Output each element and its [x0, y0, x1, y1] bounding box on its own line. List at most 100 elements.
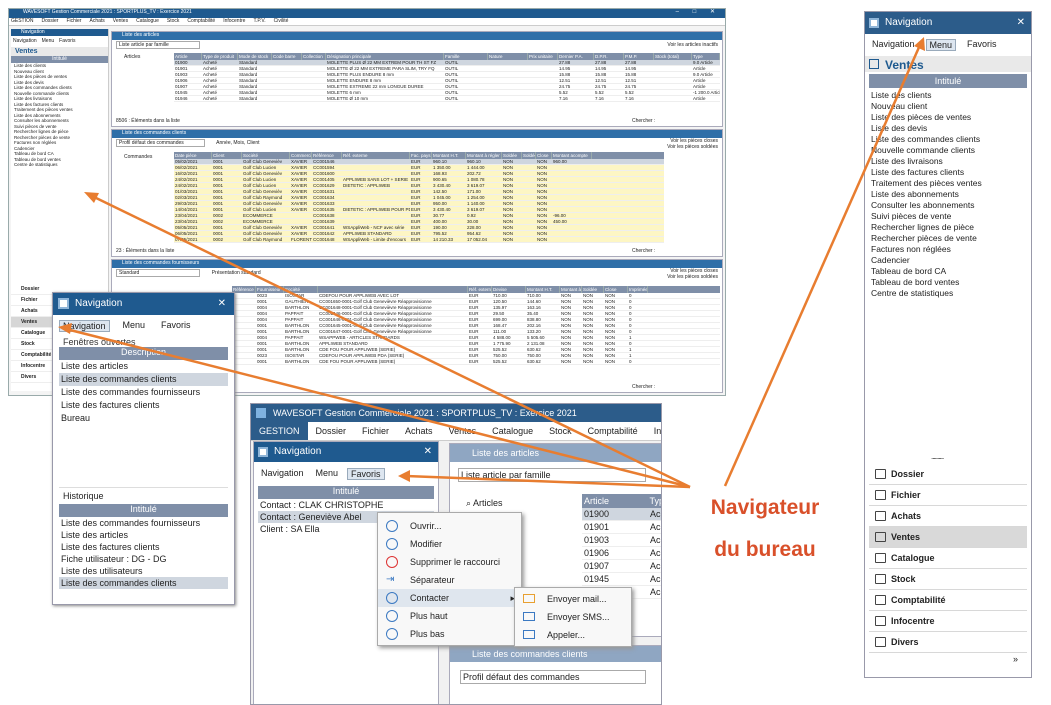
nav-mid-tab-navigation[interactable]: Navigation [59, 320, 110, 332]
main-menu-item[interactable]: Infocentre [223, 18, 245, 25]
close-icon[interactable]: ✕ [1017, 12, 1025, 34]
suppliers-search[interactable]: Chercher : [632, 384, 655, 391]
articles-col[interactable]: Article [174, 53, 202, 60]
orders-col[interactable]: Client [212, 152, 242, 159]
close-icon[interactable]: ✕ [218, 293, 226, 315]
nav-mid-history-item[interactable]: Liste des commandes fournisseurs [59, 517, 228, 529]
orders-col[interactable]: Montant acompte [552, 152, 592, 159]
nav-big-cat-folder[interactable]: Dossier [869, 464, 1027, 485]
ctx-item-arrow-down[interactable]: Plus bas [378, 625, 521, 643]
suppliers-col[interactable]: Société [284, 286, 318, 293]
nav-big-tab-menu[interactable]: Menu [925, 39, 957, 51]
nav-mid-history-item[interactable]: Liste des factures clients [59, 541, 228, 553]
zoom-menu-item[interactable]: Stock [541, 422, 580, 440]
suppliers-col[interactable]: Soldée [582, 286, 604, 293]
nav-big-item[interactable]: Liste des livraisons [869, 156, 1027, 167]
ctx-item-separator[interactable]: ⇥ Séparateur [378, 571, 521, 589]
orders-col[interactable]: Soldée [522, 152, 536, 159]
nav-mid-history-item[interactable]: Liste des articles [59, 529, 228, 541]
main-menu-item[interactable]: T.P.V. [253, 18, 265, 25]
articles-col[interactable]: Dernier P.A. [558, 53, 594, 60]
zoom-articles-row[interactable]: 01906 Acl [582, 547, 661, 560]
nav-big-cat-stock[interactable]: Stock [869, 569, 1027, 590]
suppliers-col[interactable]: Close [604, 286, 628, 293]
orders-col[interactable]: Fac. pays [410, 152, 432, 159]
nav-big-item[interactable]: Liste des factures clients [869, 167, 1027, 178]
suppliers-col[interactable]: Imprimée [628, 286, 648, 293]
nav-small-tab-navigation[interactable]: Navigation [13, 38, 37, 45]
suppliers-col[interactable]: Réf. externe [468, 286, 492, 293]
nav-small-tab-favoris[interactable]: Favoris [59, 38, 75, 45]
nav-big-item[interactable]: Tableau de bord CA [869, 266, 1027, 277]
nav-mid-open-item[interactable]: Bureau [59, 412, 228, 425]
articles-col[interactable]: Nature [488, 53, 528, 60]
close-icon[interactable]: ✕ [424, 442, 432, 462]
nav-big-cat-infocentre[interactable]: Infocentre [869, 611, 1027, 632]
nav-mid-history-item[interactable]: Liste des commandes clients [59, 577, 228, 589]
zoom-tab-navigation[interactable]: Navigation [258, 468, 307, 480]
nav-big-item[interactable]: Nouveau client [869, 101, 1027, 112]
articles-search[interactable]: Chercher : [632, 118, 655, 125]
orders-tree[interactable]: Commandes [124, 154, 152, 161]
submenu-item-mail[interactable]: Envoyer mail... [515, 590, 631, 608]
zoom-articles-row[interactable]: 01903 Acl [582, 534, 661, 547]
orders-col[interactable]: Société [242, 152, 290, 159]
zoom-articles-row[interactable]: 01945 Acl [582, 573, 661, 586]
ctx-item-delete[interactable]: Supprimer le raccourci [378, 553, 521, 571]
articles-col[interactable]: D.P.R. [594, 53, 624, 60]
suppliers-col[interactable]: Devise [492, 286, 526, 293]
articles-col[interactable]: Collection [302, 53, 326, 60]
nav-big-item[interactable]: Liste des abonnements [869, 189, 1027, 200]
zoom-articles-filter[interactable]: Liste article par famille [458, 468, 646, 482]
articles-col[interactable]: Type [692, 53, 720, 60]
nav-big-cat-catalog[interactable]: Catalogue [869, 548, 1027, 569]
suppliers-filter[interactable]: Standard [116, 269, 201, 277]
nav-mid-open-item[interactable]: Liste des commandes clients [59, 373, 228, 386]
nav-big-item[interactable]: Traitement des pièces ventes [869, 178, 1027, 189]
zoom-menu-item[interactable]: Dossier [308, 422, 355, 440]
zoom-articles-row[interactable]: 01907 Acl [582, 560, 661, 573]
zoom-articles-row[interactable]: 01900 Acl [582, 508, 661, 521]
main-menu-item[interactable]: Achats [89, 18, 104, 25]
articles-col[interactable]: Stock (total) [654, 53, 692, 60]
articles-col[interactable]: Mode de stock [238, 53, 272, 60]
orders-col[interactable]: Soldée [502, 152, 522, 159]
zoom-menu-item[interactable]: Catalogue [484, 422, 541, 440]
articles-tree[interactable]: Articles [124, 54, 140, 61]
suppliers-col[interactable] [318, 286, 468, 293]
nav-big-cat-purchases[interactable]: Achats [869, 506, 1027, 527]
nav-mid-open-item[interactable]: Liste des articles [59, 360, 228, 373]
zoom-articles-col-article[interactable]: Article [582, 494, 631, 508]
zoom-articles-col-type[interactable]: Typ [631, 494, 661, 508]
nav-big-cat-file[interactable]: Fichier [869, 485, 1027, 506]
orders-col[interactable]: Référence [312, 152, 342, 159]
articles-inactive-check[interactable]: Voir les articles inactifs [667, 42, 718, 49]
articles-col[interactable]: Désignation principale [326, 53, 444, 60]
nav-big-item[interactable]: Cadencier [869, 255, 1027, 266]
nav-big-tab-navigation[interactable]: Navigation [869, 39, 918, 51]
articles-col[interactable]: Code barre [272, 53, 302, 60]
orders-col[interactable]: Commercial [290, 152, 312, 159]
main-menu-item[interactable]: Catalogue [136, 18, 159, 25]
main-menu-item[interactable]: Stock [167, 18, 180, 25]
nav-big-item[interactable]: Tableau de bord ventes [869, 277, 1027, 288]
zoom-menu-item[interactable]: GESTION [251, 422, 308, 440]
nav-mid-history-item[interactable]: Fiche utilisateur : DG - DG [59, 553, 228, 565]
suppliers-check-settled[interactable]: Voir les pièces soldées [667, 274, 718, 281]
nav-mid-history-item[interactable]: Liste des utilisateurs [59, 565, 228, 577]
orders-filter[interactable]: Profil défaut des commandes [116, 139, 205, 147]
nav-big-tab-favoris[interactable]: Favoris [964, 39, 1000, 51]
zoom-articles-row[interactable]: 01901 Acl [582, 521, 661, 534]
nav-big-item[interactable]: Liste des clients [869, 90, 1027, 101]
articles-col[interactable]: Prix unitaire [528, 53, 558, 60]
nav-big-item[interactable]: Liste des pièces de ventes [869, 112, 1027, 123]
main-menu-item[interactable]: Dossier [42, 18, 59, 25]
nav-big-item[interactable]: Liste des devis [869, 123, 1027, 134]
suppliers-col[interactable]: Fournisseur [256, 286, 284, 293]
ctx-item-search[interactable]: Ouvrir... [378, 517, 521, 535]
nav-mid-open-item[interactable]: Liste des commandes fournisseurs [59, 386, 228, 399]
suppliers-col[interactable]: Référence [232, 286, 256, 293]
orders-check-settled[interactable]: Voir les pièces soldées [667, 144, 718, 151]
nav-big-item[interactable]: Rechercher pièces de vente [869, 233, 1027, 244]
zoom-fav-item[interactable]: Contact : CLAK CHRISTOPHE [258, 499, 434, 511]
